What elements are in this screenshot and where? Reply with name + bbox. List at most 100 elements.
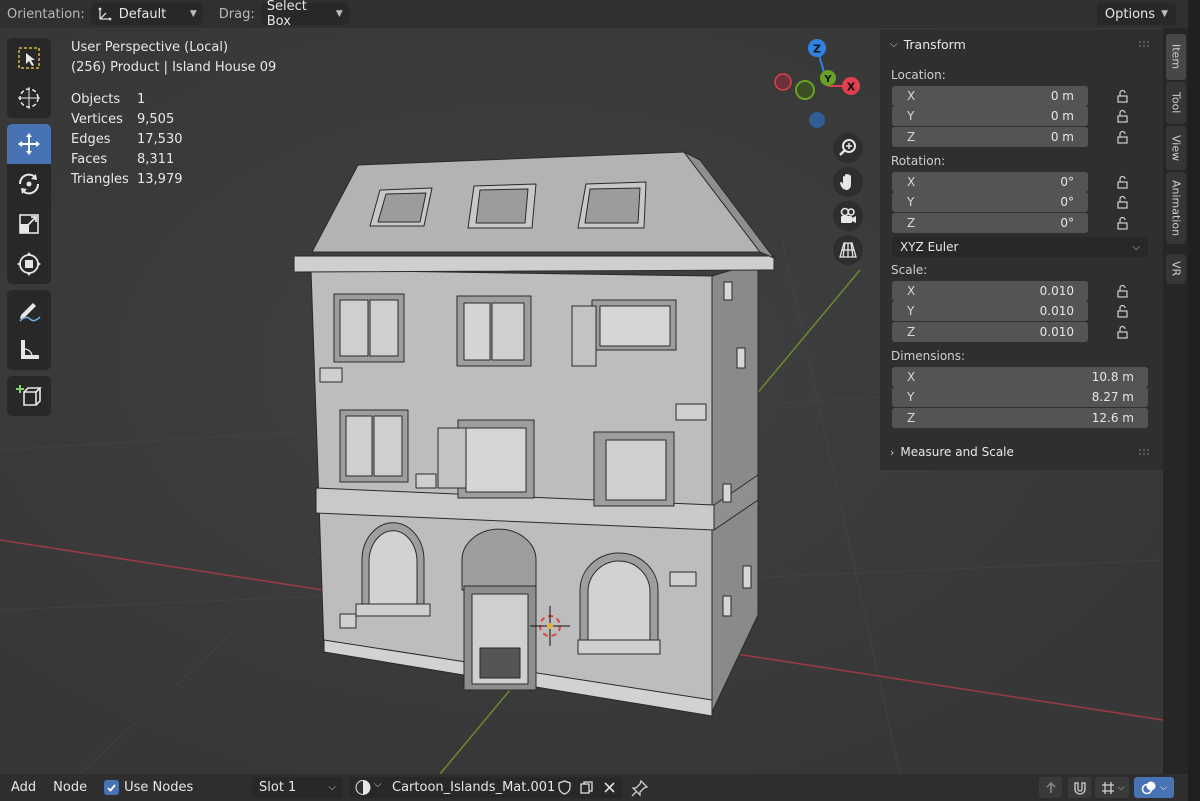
measure-and-scale-panel-header[interactable]: › Measure and Scale [890, 445, 1014, 459]
stat-label: Faces [71, 152, 108, 167]
slot-value: Slot 1 [259, 780, 297, 795]
magnet-icon [1073, 781, 1086, 795]
location-z-field[interactable]: Z 0 m [892, 127, 1088, 147]
field-value: 0.010 [1039, 284, 1074, 298]
lock-icon[interactable] [1116, 130, 1130, 144]
add-cube-tool[interactable] [7, 376, 51, 416]
fake-user-shield-icon[interactable] [557, 780, 572, 795]
lock-icon[interactable] [1116, 325, 1130, 339]
orientation-dropdown[interactable]: Default ▼ [90, 3, 203, 25]
rotation-z-field[interactable]: Z 0° [892, 213, 1088, 233]
camera-view-button[interactable] [833, 201, 863, 231]
tab-view[interactable]: View [1166, 126, 1186, 170]
tool-group-annotate [7, 290, 51, 370]
close-icon[interactable] [603, 781, 616, 794]
field-value: 8.27 m [1091, 390, 1134, 404]
gizmo-z-label: Z [813, 43, 821, 56]
cursor-tool[interactable] [7, 78, 51, 118]
tab-animation[interactable]: Animation [1166, 172, 1186, 244]
field-value: 0.010 [1039, 325, 1074, 339]
select-box-tool[interactable] [7, 38, 51, 78]
pan-button[interactable] [833, 167, 863, 197]
measure-tool[interactable] [7, 330, 51, 370]
perspective-toggle-button[interactable] [833, 235, 863, 265]
dimensions-x-field[interactable]: X 10.8 m [892, 367, 1148, 387]
field-value: 0° [1060, 175, 1074, 189]
use-nodes-toggle[interactable]: Use Nodes [104, 780, 193, 795]
dimensions-y-field[interactable]: Y 8.27 m [892, 387, 1148, 407]
lock-icon[interactable] [1116, 195, 1130, 209]
zoom-button[interactable] [833, 133, 863, 163]
parent-node-button[interactable] [1039, 777, 1062, 798]
snap-toggle-button[interactable] [1068, 777, 1091, 798]
lock-icon[interactable] [1116, 175, 1130, 189]
tab-vr[interactable]: VR [1166, 254, 1186, 284]
drag-handle-icon[interactable] [1138, 40, 1150, 48]
navigation-gizmo[interactable]: Z Y X [770, 36, 864, 132]
annotate-tool[interactable] [7, 290, 51, 330]
tab-item[interactable]: Item [1166, 34, 1186, 80]
drag-dropdown[interactable]: Select Box ▼ [260, 0, 349, 29]
select-box-icon [18, 47, 40, 69]
pin-icon[interactable] [631, 779, 649, 797]
gizmo-x-negative[interactable] [774, 73, 792, 91]
house-model[interactable] [293, 151, 775, 717]
stat-value: 9,505 [137, 112, 175, 127]
tab-tool[interactable]: Tool [1166, 82, 1186, 124]
scale-icon [19, 214, 39, 234]
scale-tool[interactable] [7, 204, 51, 244]
location-x-field[interactable]: X 0 m [892, 86, 1088, 106]
lock-icon[interactable] [1116, 89, 1130, 103]
rotate-tool[interactable] [7, 164, 51, 204]
drag-value: Select Box [266, 0, 307, 29]
field-value: 0.010 [1039, 304, 1074, 318]
transform-tool[interactable] [7, 244, 51, 284]
material-sphere-icon [355, 780, 371, 795]
options-button[interactable]: Options ▼ [1096, 3, 1176, 25]
scale-z-field[interactable]: Z 0.010 [892, 322, 1088, 342]
stat-row: Vertices 9,505 [71, 110, 276, 130]
stat-value: 17,530 [137, 132, 183, 147]
lock-icon[interactable] [1116, 109, 1130, 123]
lock-icon[interactable] [1116, 284, 1130, 298]
rotation-y-field[interactable]: Y 0° [892, 192, 1088, 212]
lock-icon[interactable] [1116, 304, 1130, 318]
axis-label: Z [907, 216, 916, 230]
rotate-icon [18, 173, 40, 195]
tab-label: Tool [1169, 92, 1183, 114]
tab-label: Animation [1169, 179, 1183, 237]
dimensions-z-field[interactable]: Z 12.6 m [892, 408, 1148, 428]
scale-x-field[interactable]: X 0.010 [892, 281, 1088, 301]
duplicate-icon[interactable] [579, 780, 594, 795]
material-slot-dropdown[interactable]: Slot 1 ⌵ [252, 777, 343, 798]
transform-icon [17, 252, 41, 276]
node-menu[interactable]: Node [53, 780, 87, 795]
material-selector[interactable]: ⌵ Cartoon_Islands_Mat.001 [349, 777, 622, 798]
transform-orientation-icon [98, 7, 112, 21]
rotation-x-field[interactable]: X 0° [892, 172, 1088, 192]
transform-panel-header[interactable]: ⌵ Transform [890, 37, 966, 52]
dimensions-label: Dimensions: [891, 349, 966, 363]
move-tool[interactable] [7, 124, 51, 164]
rotation-mode-dropdown[interactable]: XYZ Euler ⌵ [892, 237, 1148, 257]
tool-group-transform [7, 124, 51, 284]
location-y-field[interactable]: Y 0 m [892, 106, 1088, 126]
axis-label: Z [907, 325, 916, 339]
stat-value: 1 [137, 92, 146, 107]
stat-label: Vertices [71, 112, 123, 127]
gizmo-y-negative[interactable] [795, 80, 815, 100]
add-menu[interactable]: Add [11, 780, 36, 795]
gizmo-x-label: X [847, 81, 856, 94]
scale-y-field[interactable]: Y 0.010 [892, 301, 1088, 321]
lock-icon[interactable] [1116, 216, 1130, 230]
drag-handle-icon[interactable] [1138, 448, 1150, 456]
material-name: Cartoon_Islands_Mat.001 [392, 780, 556, 795]
view-name: User Perspective (Local) [71, 40, 229, 55]
snap-target-dropdown[interactable]: ⌵ [1095, 777, 1129, 798]
stat-row: Triangles 13,979 [71, 170, 276, 190]
overlays-dropdown[interactable]: ⌵ [1134, 777, 1174, 798]
grid-snap-icon [1101, 781, 1114, 794]
item-sidebar-panel: ⌵ Transform Location: X 0 m Y 0 m Z 0 m Rot… [880, 30, 1163, 470]
field-value: 10.8 m [1091, 370, 1134, 384]
gizmo-z-negative[interactable] [809, 112, 825, 128]
